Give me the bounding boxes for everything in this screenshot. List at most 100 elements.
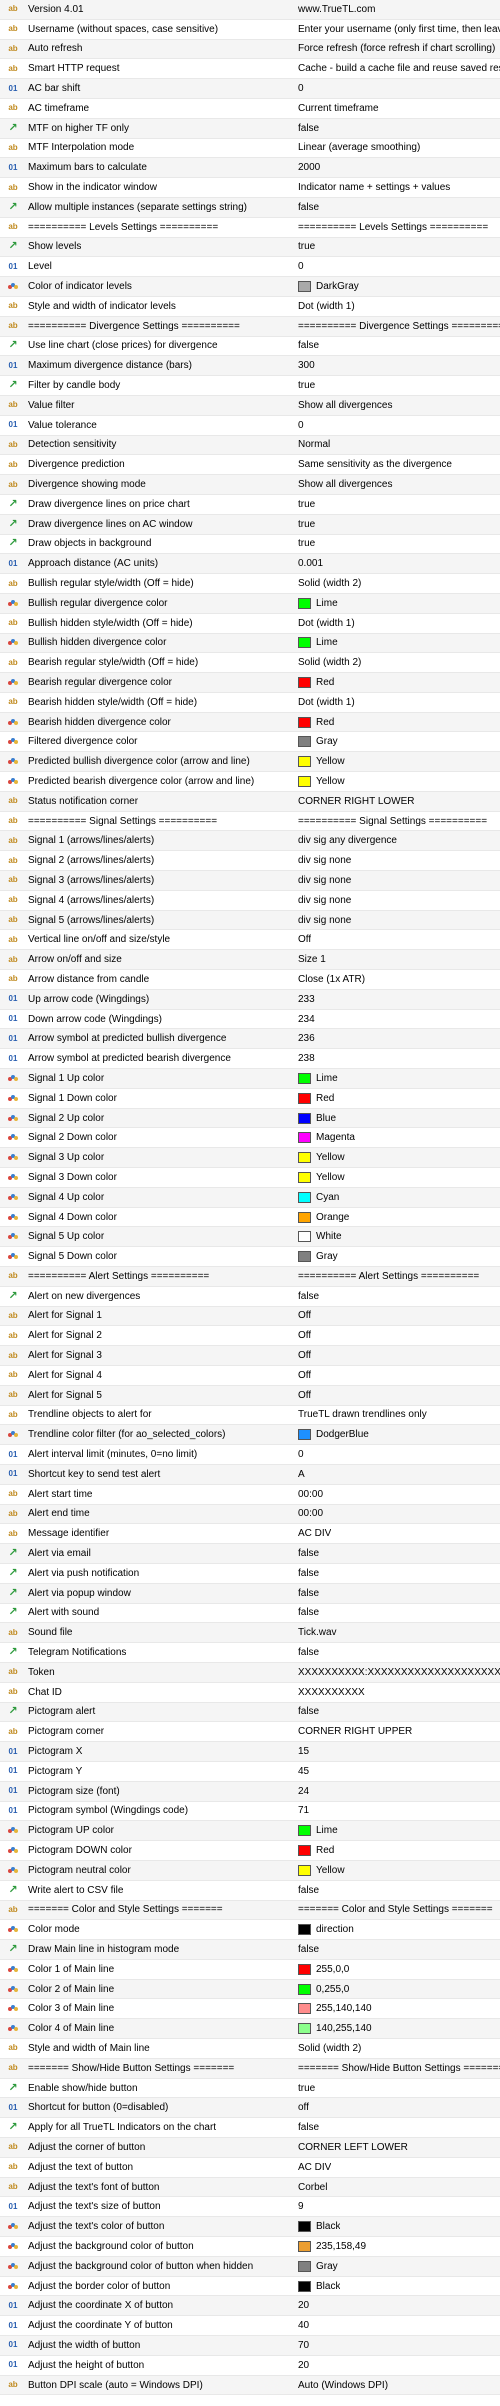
parameter-value[interactable]: div sig none bbox=[296, 895, 500, 906]
parameter-row[interactable]: Trendline color filter (for ao_selected_… bbox=[0, 1425, 500, 1446]
parameter-row[interactable]: ab Sound file Tick.wav bbox=[0, 1623, 500, 1644]
parameter-value[interactable]: CORNER LEFT LOWER bbox=[296, 2142, 500, 2153]
parameter-row[interactable]: ↗ Draw Main line in histogram mode false bbox=[0, 1940, 500, 1960]
parameter-value[interactable]: ========== Divergence Settings =========… bbox=[296, 321, 500, 332]
parameter-value[interactable]: Off bbox=[296, 1310, 500, 1321]
parameter-row[interactable]: ab Username (without spaces, case sensiti… bbox=[0, 20, 500, 40]
parameter-row[interactable]: ab Version 4.01 www.TrueTL.com bbox=[0, 0, 500, 20]
parameter-value[interactable]: false bbox=[296, 1588, 500, 1599]
parameter-row[interactable]: Bearish regular divergence color Red bbox=[0, 673, 500, 693]
parameter-value[interactable]: 9 bbox=[296, 2201, 500, 2212]
parameter-value[interactable]: AC DIV bbox=[296, 1528, 500, 1539]
parameter-row[interactable]: ab Divergence showing mode Show all diverg… bbox=[0, 475, 500, 495]
parameter-value[interactable]: Lime bbox=[296, 597, 500, 609]
parameter-row[interactable]: ab Alert for Signal 2 Off bbox=[0, 1326, 500, 1347]
parameter-row[interactable]: ↗ Use line chart (close prices) for diver… bbox=[0, 337, 500, 357]
parameter-value[interactable]: CORNER RIGHT UPPER bbox=[296, 1726, 500, 1737]
parameter-value[interactable]: off bbox=[296, 2102, 500, 2113]
parameter-row[interactable]: ab Message identifier AC DIV bbox=[0, 1524, 500, 1545]
parameter-value[interactable]: Solid (width 2) bbox=[296, 657, 500, 668]
parameter-value[interactable]: Gray bbox=[296, 2260, 500, 2272]
parameter-row[interactable]: ab Trendline objects to alert for TrueTL d… bbox=[0, 1406, 500, 1426]
parameter-row[interactable]: Color of indicator levels DarkGray bbox=[0, 277, 500, 297]
parameter-value[interactable]: 255,0,0 bbox=[296, 1963, 500, 1975]
parameter-row[interactable]: Color mode direction bbox=[0, 1920, 500, 1941]
parameter-value[interactable]: 45 bbox=[296, 1766, 500, 1777]
parameter-row[interactable]: Bullish hidden divergence color Lime bbox=[0, 633, 500, 654]
parameter-value[interactable]: 0 bbox=[296, 83, 500, 94]
parameter-value[interactable]: 00:00 bbox=[296, 1508, 500, 1519]
parameter-value[interactable]: DarkGray bbox=[296, 281, 500, 293]
parameter-row[interactable]: Signal 2 Down color Magenta bbox=[0, 1128, 500, 1149]
parameter-row[interactable]: ab AC timeframe Current timeframe bbox=[0, 99, 500, 119]
parameter-value[interactable]: Lime bbox=[296, 1825, 500, 1837]
parameter-row[interactable]: Signal 5 Down color Gray bbox=[0, 1247, 500, 1267]
parameter-value[interactable]: CORNER RIGHT LOWER bbox=[296, 796, 500, 807]
parameter-value[interactable]: Close (1x ATR) bbox=[296, 974, 500, 985]
parameter-row[interactable]: Filtered divergence color Gray bbox=[0, 732, 500, 753]
parameter-value[interactable]: 233 bbox=[296, 994, 500, 1005]
parameter-value[interactable]: 0,255,0 bbox=[296, 1983, 500, 1995]
parameter-row[interactable]: Color 4 of Main line 140,255,140 bbox=[0, 2019, 500, 2040]
parameter-value[interactable]: direction bbox=[296, 1924, 500, 1936]
parameter-value[interactable]: ========== Alert Settings ========== bbox=[296, 1271, 500, 1282]
parameter-value[interactable]: Off bbox=[296, 1370, 500, 1381]
parameter-value[interactable]: A bbox=[296, 1469, 500, 1480]
parameter-row[interactable]: ab Bullish hidden style/width (Off = hide… bbox=[0, 614, 500, 634]
parameter-value[interactable]: Dot (width 1) bbox=[296, 301, 500, 312]
parameter-row[interactable]: Color 1 of Main line 255,0,0 bbox=[0, 1960, 500, 1980]
parameter-row[interactable]: 01 Pictogram size (font) 24 bbox=[0, 1781, 500, 1802]
parameter-value[interactable]: 235,158,49 bbox=[296, 2240, 500, 2252]
parameter-row[interactable]: ab Button DPI scale (auto = Windows DPI) A… bbox=[0, 2375, 500, 2396]
parameter-row[interactable]: ab ======= Color and Style Settings =====… bbox=[0, 1900, 500, 1921]
parameter-value[interactable]: 238 bbox=[296, 1053, 500, 1064]
parameter-row[interactable]: ab MTF Interpolation mode Linear (average … bbox=[0, 139, 500, 159]
parameter-value[interactable]: Show all divergences bbox=[296, 479, 500, 490]
parameter-row[interactable]: ab Token XXXXXXXXXX:XXXXXXXXXXXXXXXXXXXXXX… bbox=[0, 1662, 500, 1683]
parameter-value[interactable]: Red bbox=[296, 1845, 500, 1856]
parameter-value[interactable]: Cache - build a cache file and reuse sav… bbox=[296, 63, 500, 74]
parameter-row[interactable]: ↗ Alert via push notification false bbox=[0, 1564, 500, 1584]
parameter-value[interactable]: 0 bbox=[296, 1449, 500, 1460]
parameter-row[interactable]: 01 Adjust the coordinate Y of button 40 bbox=[0, 2316, 500, 2337]
parameter-row[interactable]: ab Show in the indicator window Indicator … bbox=[0, 178, 500, 198]
parameter-value[interactable]: Size 1 bbox=[296, 954, 500, 965]
parameter-value[interactable]: 236 bbox=[296, 1033, 500, 1044]
parameter-row[interactable]: 01 Up arrow code (Wingdings) 233 bbox=[0, 989, 500, 1010]
parameter-row[interactable]: ↗ Draw divergence lines on price chart tru… bbox=[0, 495, 500, 515]
parameter-row[interactable]: ↗ Telegram Notifications false bbox=[0, 1643, 500, 1663]
parameter-row[interactable]: ↗ Draw objects in background true bbox=[0, 535, 500, 555]
parameter-value[interactable]: true bbox=[296, 380, 500, 391]
parameter-row[interactable]: Bearish hidden divergence color Red bbox=[0, 712, 500, 733]
parameter-row[interactable]: 01 Down arrow code (Wingdings) 234 bbox=[0, 1010, 500, 1030]
parameter-value[interactable]: true bbox=[296, 2083, 500, 2094]
parameter-value[interactable]: Show all divergences bbox=[296, 400, 500, 411]
parameter-row[interactable]: 01 Shortcut key to send test alert A bbox=[0, 1464, 500, 1485]
parameter-row[interactable]: 01 Pictogram Y 45 bbox=[0, 1762, 500, 1782]
parameter-value[interactable]: Gray bbox=[296, 1251, 500, 1263]
parameter-row[interactable]: ab Arrow on/off and size Size 1 bbox=[0, 950, 500, 971]
parameter-value[interactable]: 0.001 bbox=[296, 558, 500, 569]
parameter-value[interactable]: ========== Levels Settings ========== bbox=[296, 222, 500, 233]
parameter-value[interactable]: false bbox=[296, 1548, 500, 1559]
parameter-row[interactable]: ↗ Enable show/hide button true bbox=[0, 2079, 500, 2099]
parameter-row[interactable]: 01 Adjust the width of button 70 bbox=[0, 2336, 500, 2356]
parameter-value[interactable]: Magenta bbox=[296, 1132, 500, 1144]
parameter-row[interactable]: Adjust the border color of button Black bbox=[0, 2277, 500, 2297]
parameter-row[interactable]: 01 Adjust the coordinate X of button 20 bbox=[0, 2296, 500, 2317]
parameter-value[interactable]: false bbox=[296, 1568, 500, 1579]
parameter-value[interactable]: Linear (average smoothing) bbox=[296, 142, 500, 153]
parameter-row[interactable]: ab Bearish hidden style/width (Off = hide… bbox=[0, 693, 500, 713]
parameter-row[interactable]: Bullish regular divergence color Lime bbox=[0, 593, 500, 614]
parameter-row[interactable]: ↗ Show levels true bbox=[0, 237, 500, 258]
parameter-value[interactable]: Yellow bbox=[296, 1864, 500, 1876]
parameter-value[interactable]: Enter your username (only first time, th… bbox=[296, 24, 500, 35]
parameter-row[interactable]: ab ========== Divergence Settings =======… bbox=[0, 316, 500, 337]
parameter-value[interactable]: Yellow bbox=[296, 775, 500, 787]
parameter-value[interactable]: true bbox=[296, 538, 500, 549]
parameter-row[interactable]: ab Divergence prediction Same sensitivity … bbox=[0, 455, 500, 476]
parameter-value[interactable]: Corbel bbox=[296, 2182, 500, 2193]
parameter-row[interactable]: ab Style and width of indicator levels Dot… bbox=[0, 297, 500, 317]
parameter-value[interactable]: 0 bbox=[296, 420, 500, 431]
parameter-row[interactable]: Adjust the text's color of button Black bbox=[0, 2217, 500, 2238]
